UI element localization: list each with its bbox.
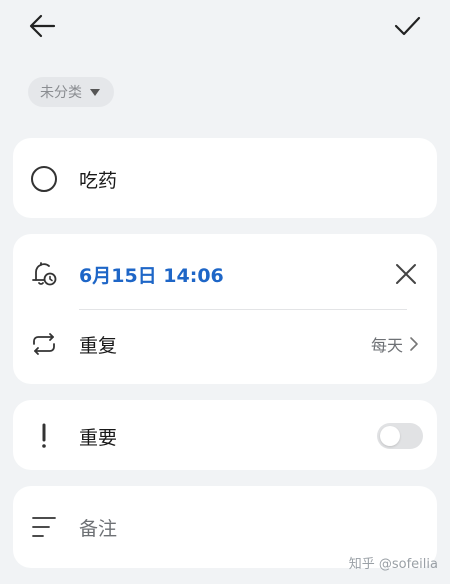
repeat-icon [29,329,59,359]
clear-reminder-button[interactable] [391,259,421,289]
important-toggle[interactable] [377,423,423,449]
top-bar [0,0,450,52]
notes-row[interactable]: 备注 [13,509,437,545]
bell-clock-icon [29,259,59,289]
arrow-left-icon [29,14,56,38]
exclamation-icon [29,421,59,451]
task-title[interactable]: 吃药 [79,166,117,193]
chevron-right-icon [410,337,418,351]
reminder-datetime[interactable]: 6月15日 14:06 [79,261,224,288]
divider [79,309,407,310]
circle-checkbox-icon[interactable] [29,164,59,194]
repeat-label: 重复 [79,334,118,357]
task-row: 吃药 [13,162,437,196]
toggle-knob [380,426,400,446]
back-button[interactable] [26,10,60,42]
repeat-row[interactable]: 重复 每天 [13,326,437,362]
repeat-value-text: 每天 [370,336,403,355]
reminder-card: 6月15日 14:06 重复 每天 [13,234,437,384]
reminder-row[interactable]: 6月15日 14:06 [13,256,437,292]
close-icon [396,264,416,284]
category-label: 未分类 [40,85,82,101]
category-dropdown[interactable]: 未分类 [28,77,114,107]
repeat-value[interactable]: 每天 [371,332,419,356]
important-label: 重要 [79,426,118,449]
caret-down-icon [90,88,100,96]
task-card: 吃药 [13,138,437,218]
watermark: 知乎 @sofeilia [348,557,438,572]
notes-placeholder[interactable]: 备注 [79,514,117,541]
notes-lines-icon [29,512,59,542]
important-row: 重要 [13,418,437,454]
important-card: 重要 [13,400,437,470]
confirm-button[interactable] [390,10,424,42]
checkmark-icon [394,16,421,36]
